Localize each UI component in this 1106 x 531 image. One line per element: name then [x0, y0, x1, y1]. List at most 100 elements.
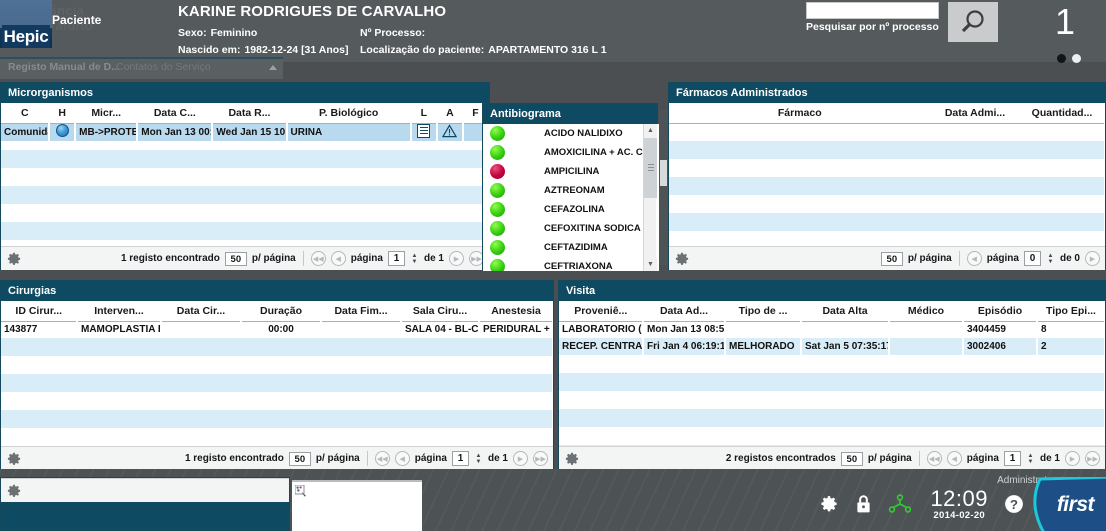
tab-contatos-servico[interactable]: Contatos do Serviço [116, 61, 211, 73]
scroll-down-icon[interactable]: ▼ [644, 258, 657, 271]
list-item[interactable]: CEFOXITINA SODICA [483, 219, 659, 238]
page-spinner[interactable]: ▲ ▼ [410, 253, 419, 265]
antibiograma-scrollbar[interactable]: ▲ ▼ [643, 124, 657, 271]
chevron-up-icon[interactable] [269, 65, 277, 70]
list-icon[interactable] [417, 123, 431, 138]
outer-scrollbar-thumb[interactable] [660, 160, 667, 186]
warning-icon[interactable] [442, 123, 458, 138]
gear-icon[interactable] [674, 251, 690, 267]
col-episodio[interactable]: Episódio [963, 301, 1038, 322]
cell-data-alta [801, 321, 890, 338]
gear-icon[interactable] [564, 451, 580, 467]
list-item[interactable]: AMPICILINA [483, 162, 659, 181]
col-micr[interactable]: Micr... [75, 103, 138, 124]
patient-field-sexo: Sexo: Feminino [178, 27, 257, 39]
table-row[interactable]: LABORATORIO (S Mon Jan 13 08:51 3404459 … [559, 321, 1105, 338]
col-anestesia[interactable]: Anestesia [479, 301, 553, 322]
page-spinner[interactable]: ▲ ▼ [474, 453, 483, 465]
table-header-row: C H Micr... Data C... Data R... P. Bioló… [1, 103, 489, 124]
page-spinner[interactable]: ▲ ▼ [1046, 253, 1055, 265]
help-icon[interactable]: ? [1004, 494, 1024, 514]
first-page-button[interactable]: ◀◀ [310, 251, 326, 266]
cell-l[interactable] [410, 123, 438, 141]
list-item[interactable]: AZTREONAM [483, 181, 659, 200]
divider [302, 251, 304, 266]
col-h[interactable]: H [49, 103, 76, 124]
image-edit-icon[interactable] [295, 485, 307, 497]
per-page-input[interactable]: 50 [840, 451, 863, 466]
col-data-fim[interactable]: Data Fim... [321, 301, 402, 322]
col-p-biologico[interactable]: P. Biológico [286, 103, 412, 124]
col-data-admissao[interactable]: Data Ad... [643, 301, 726, 322]
col-a[interactable]: A [436, 103, 464, 124]
per-page-input[interactable]: 50 [880, 251, 903, 266]
list-item[interactable]: CEFTRIAXONA [483, 257, 659, 271]
table-row[interactable]: Comunida MB->PROTEU Mon Jan 13 00:0 Wed … [1, 123, 489, 141]
col-data-r[interactable]: Data R... [212, 103, 288, 124]
col-tipo-de[interactable]: Tipo de ... [725, 301, 802, 322]
page-input[interactable]: 1 [1003, 451, 1021, 466]
first-page-button[interactable]: ◀◀ [374, 451, 390, 466]
cell-a[interactable] [436, 123, 464, 141]
gear-icon[interactable] [6, 483, 22, 499]
prev-page-button[interactable]: ◀ [394, 451, 410, 466]
search-input[interactable] [806, 2, 939, 19]
scrollbar-thumb[interactable] [644, 138, 657, 198]
prev-page-button[interactable]: ◀ [966, 251, 982, 266]
cell-data-admissao: Mon Jan 13 08:51 [643, 321, 726, 338]
per-page-input[interactable]: 50 [288, 451, 311, 466]
app-logo[interactable]: Hepic [0, 0, 52, 48]
col-data-c[interactable]: Data C... [137, 103, 213, 124]
next-page-button[interactable]: ▶ [1085, 251, 1100, 266]
gear-icon[interactable] [6, 451, 22, 467]
pager-dots[interactable] [1057, 54, 1081, 63]
table-row-empty [669, 177, 1105, 195]
prev-page-button[interactable]: ◀ [946, 451, 962, 466]
table-row[interactable]: 143877 MAMOPLASTIA E 00:00 SALA 04 - BL-… [1, 321, 553, 338]
network-icon[interactable] [888, 494, 914, 514]
col-tipo-episodio[interactable]: Tipo Epi... [1037, 301, 1105, 322]
cell-duracao: 00:00 [241, 321, 322, 338]
list-item[interactable]: AMOXICILINA + AC. CL [483, 143, 659, 162]
lock-icon[interactable] [855, 494, 872, 514]
col-medico[interactable]: Médico [889, 301, 964, 322]
last-page-button[interactable]: ▶▶ [533, 451, 548, 466]
per-page-input[interactable]: 50 [224, 251, 247, 266]
page-input[interactable]: 0 [1023, 251, 1041, 266]
last-page-button[interactable]: ▶▶ [1085, 451, 1100, 466]
col-id-cirurgia[interactable]: ID Cirur... [1, 301, 78, 322]
scroll-up-icon[interactable]: ▲ [644, 124, 657, 137]
tab-registo-manual[interactable]: Registo Manual de D... [8, 61, 120, 73]
page-input[interactable]: 1 [451, 451, 469, 466]
gear-icon[interactable] [819, 494, 839, 514]
col-farmaco[interactable]: Fármaco [669, 103, 932, 124]
first-page-button[interactable]: ◀◀ [926, 451, 942, 466]
next-page-button[interactable]: ▶ [513, 451, 528, 466]
col-duracao[interactable]: Duração [241, 301, 322, 322]
col-data-alta[interactable]: Data Alta [801, 301, 890, 322]
pager-dot-2[interactable] [1072, 54, 1081, 63]
panel-title-visita: Visita [559, 281, 1105, 301]
col-data-cirurgia[interactable]: Data Cir... [161, 301, 242, 322]
table-row[interactable]: RECEP. CENTRAL Fri Jan 4 06:19:11 MELHOR… [559, 338, 1105, 355]
outer-scrollbar[interactable] [659, 110, 668, 265]
list-item[interactable]: CEFTAZIDIMA [483, 238, 659, 257]
list-item[interactable]: ACIDO NALIDIXO [483, 124, 659, 143]
next-page-button[interactable]: ▶ [1065, 451, 1080, 466]
page-spinner[interactable]: ▲ ▼ [1026, 453, 1035, 465]
col-l[interactable]: L [410, 103, 438, 124]
col-sala-cirurgia[interactable]: Sala Ciru... [401, 301, 480, 322]
prev-page-button[interactable]: ◀ [330, 251, 346, 266]
page-input[interactable]: 1 [387, 251, 405, 266]
list-item[interactable]: CEFAZOLINA [483, 200, 659, 219]
search-button[interactable] [948, 2, 998, 42]
gear-icon[interactable] [6, 251, 22, 267]
col-intervencao[interactable]: Interven... [77, 301, 162, 322]
next-page-button[interactable]: ▶ [449, 251, 464, 266]
col-data-admin[interactable]: Data Admi... [931, 103, 1020, 124]
col-proveniencia[interactable]: Proveniê... [559, 301, 644, 322]
col-quantidade[interactable]: Quantidad... [1019, 103, 1105, 124]
col-c[interactable]: C [1, 103, 50, 124]
pager-dot-1[interactable] [1057, 54, 1066, 63]
bottom-white-dialog[interactable] [292, 480, 422, 531]
